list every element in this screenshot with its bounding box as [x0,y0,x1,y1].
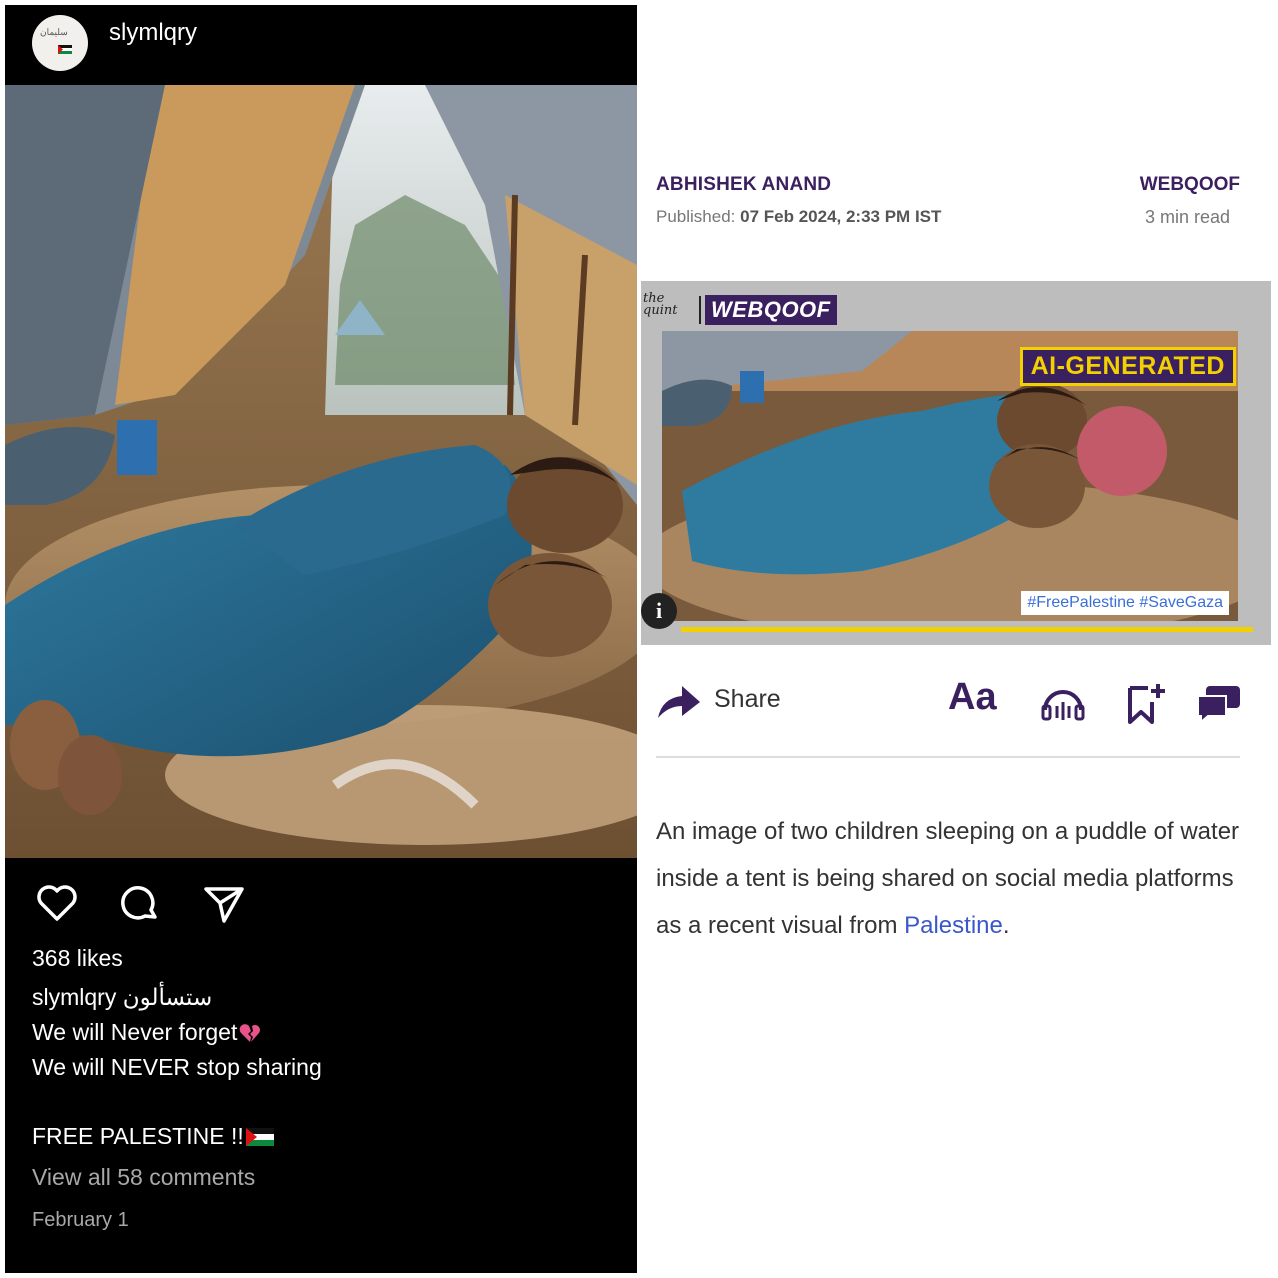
avatar-text: سليمان [40,28,68,38]
article-panel: ABHISHEK ANAND Published: 07 Feb 2024, 2… [640,0,1278,1278]
caption-line-4: FREE PALESTINE !! [32,1123,274,1150]
broken-heart-emoji [240,1024,261,1042]
avatar-flag-icon [58,45,72,54]
view-comments-link[interactable]: View all 58 comments [32,1164,255,1191]
article-toolbar: Share Aa [656,676,1240,726]
avatar[interactable]: سليمان [32,15,88,71]
thumbnail-hashtags: #FreePalestine #SaveGaza [1021,591,1229,615]
username[interactable]: slymlqry [109,19,197,47]
ai-generated-badge: AI-GENERATED [1019,347,1236,386]
comment-icon[interactable] [115,879,163,927]
post-photo[interactable] [5,85,637,858]
heart-icon[interactable] [33,879,81,927]
published-line: Published: 07 Feb 2024, 2:33 PM IST [656,207,941,227]
palestine-flag-emoji [245,1128,274,1146]
author-name[interactable]: ABHISHEK ANAND [656,174,831,196]
logo-divider [699,296,701,324]
thumbnail-underline [681,627,1253,632]
caption-line-3: We will NEVER stop sharing [32,1054,322,1080]
caption-text: FREE PALESTINE !! [32,1123,244,1149]
font-size-icon[interactable]: Aa [948,676,997,719]
caption-line-2: We will Never forget [32,1019,261,1046]
published-label: Published: [656,207,736,226]
toolbar-divider [656,756,1240,758]
caption-username[interactable]: slymlqry [32,984,116,1010]
share-icon[interactable] [656,682,702,722]
share-label[interactable]: Share [714,685,781,714]
the-quint-logo: the quint [643,291,678,318]
read-time: 3 min read [1144,207,1230,227]
post-actions [5,879,637,929]
section-link[interactable]: WEBQOOF [1140,174,1240,196]
article-thumbnail[interactable]: the quint WEBQOOF AI-GENERATED #FreePale… [641,281,1271,645]
caption-arabic: ستسألون [122,984,213,1010]
listen-icon[interactable] [1040,682,1086,724]
palestine-link[interactable]: Palestine [904,912,1003,939]
tent-children-photo [5,85,637,858]
bookmark-icon[interactable] [1122,682,1168,724]
body-period: . [1002,912,1010,939]
article-intro: An image of two children sleeping on a p… [656,808,1246,949]
caption-line-1: slymlqry ستسألون [32,984,212,1011]
send-icon[interactable] [200,879,248,927]
instagram-post: سليمان slymlqry 368 likes slymlqry ستسأل… [5,5,637,1273]
post-header: سليمان slymlqry [5,5,637,85]
post-date: February 1 [32,1209,129,1231]
webqoof-logo: WEBQOOF [705,295,837,325]
caption-text: We will Never forget [32,1019,238,1045]
published-date: 07 Feb 2024, 2:33 PM IST [740,207,942,226]
info-button[interactable]: i [641,593,677,629]
comments-icon[interactable] [1196,682,1242,724]
likes-count[interactable]: 368 likes [32,945,123,972]
